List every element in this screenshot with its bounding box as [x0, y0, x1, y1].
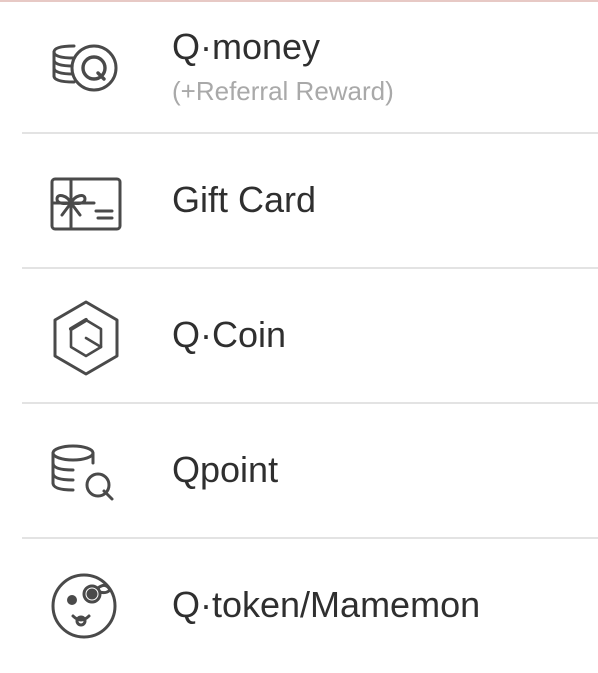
menu-item-label: Q·Coin: [172, 314, 287, 355]
menu-item-label: Q·token/Mamemon: [172, 584, 481, 625]
qpoint-coins-icon: [46, 433, 126, 513]
gift-card-icon: [46, 163, 126, 243]
menu-item-qpoint[interactable]: Qpoint: [0, 404, 598, 538]
menu-item-qtoken-mamemon[interactable]: Q·token/Mamemon: [0, 539, 598, 673]
menu-item-qcoin[interactable]: Q·Coin: [0, 269, 598, 403]
menu-item-sublabel: (+Referral Reward): [172, 76, 394, 106]
qmoney-coins-icon: [46, 28, 126, 108]
menu-item-label: Q·money: [172, 26, 321, 67]
menu-item-qmoney[interactable]: Q·money (+Referral Reward): [0, 0, 598, 134]
menu-item-label: Qpoint: [172, 449, 279, 490]
menu-item-gift-card[interactable]: Gift Card: [0, 134, 598, 268]
qtoken-mamemon-icon: [46, 566, 126, 646]
menu-item-label: Gift Card: [172, 179, 317, 220]
qcoin-hexagon-icon: [46, 298, 126, 378]
